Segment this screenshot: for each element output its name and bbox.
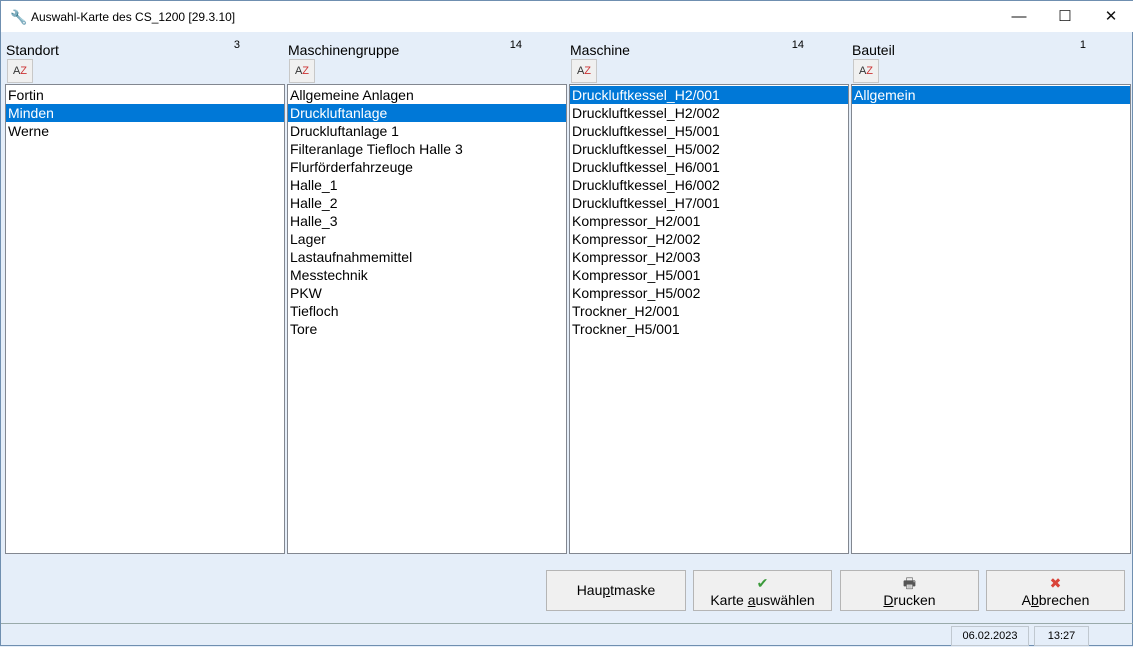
sort-az-button[interactable]: AZ <box>853 59 879 83</box>
item-count: 14 <box>791 39 804 51</box>
list-item[interactable]: Druckluftkessel_H2/002 <box>570 104 848 122</box>
list-item[interactable]: Trockner_H5/001 <box>570 320 848 338</box>
list-item[interactable]: Lager <box>288 230 566 248</box>
close-button[interactable]: ✕ <box>1088 1 1133 31</box>
sort-az-icon: AZ <box>12 65 28 77</box>
list-item[interactable]: Druckluftkessel_H6/001 <box>570 158 848 176</box>
list-item[interactable]: Druckluftkessel_H5/002 <box>570 140 848 158</box>
list-item[interactable]: Messtechnik <box>288 266 566 284</box>
list-item[interactable]: Halle_3 <box>288 212 566 230</box>
item-count: 14 <box>509 39 522 51</box>
list-item[interactable]: Allgemein <box>852 86 1130 104</box>
status-date: 06.02.2023 <box>951 626 1029 646</box>
list-item[interactable]: Druckluftkessel_H7/001 <box>570 194 848 212</box>
list-item[interactable]: Kompressor_H2/001 <box>570 212 848 230</box>
column-label: Maschinengruppe <box>288 42 400 58</box>
list-item[interactable]: Tore <box>288 320 566 338</box>
sort-az-button[interactable]: AZ <box>289 59 315 83</box>
maximize-button[interactable]: ☐ <box>1042 1 1088 31</box>
window-title: Auswahl-Karte des CS_1200 [29.3.10] <box>31 9 236 24</box>
maschine-list[interactable]: Druckluftkessel_H2/001 Druckluftkessel_H2… <box>569 84 849 554</box>
list-item[interactable]: Halle_1 <box>288 176 566 194</box>
column-standort: Standort 3 AZ Fortin Minden Werne <box>5 39 285 559</box>
list-item[interactable]: Lastaufnahmemittel <box>288 248 566 266</box>
column-label: Maschine <box>570 42 630 58</box>
list-item[interactable]: Kompressor_H2/002 <box>570 230 848 248</box>
wrench-icon: 🔧 <box>10 8 28 25</box>
column-maschinengruppe: Maschinengruppe 14 AZ Allgemeine Anlagen… <box>287 39 567 559</box>
abbrechen-button[interactable]: ✖ Abbrechen <box>986 570 1125 611</box>
list-item[interactable]: Werne <box>6 122 284 140</box>
hauptmaske-button[interactable]: Hauptmaske <box>546 570 686 611</box>
item-count: 1 <box>1079 39 1086 51</box>
list-item[interactable]: PKW <box>288 284 566 302</box>
cancel-x-icon: ✖ <box>1049 574 1062 591</box>
sort-az-button[interactable]: AZ <box>7 59 33 83</box>
list-item[interactable]: Filteranlage Tiefloch Halle 3 <box>288 140 566 158</box>
item-count: 3 <box>233 39 240 51</box>
list-item[interactable]: Halle_2 <box>288 194 566 212</box>
list-item[interactable]: Trockner_H2/001 <box>570 302 848 320</box>
list-item[interactable]: Druckluftkessel_H5/001 <box>570 122 848 140</box>
list-item[interactable]: Kompressor_H2/003 <box>570 248 848 266</box>
list-item[interactable]: Kompressor_H5/002 <box>570 284 848 302</box>
column-bauteil: Bauteil 1 AZ Allgemein <box>851 39 1131 559</box>
list-item[interactable]: Druckluftanlage 1 <box>288 122 566 140</box>
sort-az-button[interactable]: AZ <box>571 59 597 83</box>
karte-auswaehlen-button[interactable]: ✔ Karte auswählen <box>693 570 832 611</box>
standort-list[interactable]: Fortin Minden Werne <box>5 84 285 554</box>
sort-az-icon: AZ <box>858 65 874 77</box>
bauteil-list[interactable]: Allgemein <box>851 84 1131 554</box>
list-item[interactable]: Allgemeine Anlagen <box>288 86 566 104</box>
minimize-button[interactable]: — <box>996 1 1042 31</box>
column-label: Standort <box>6 42 59 58</box>
list-item[interactable]: Druckluftanlage <box>288 104 566 122</box>
list-item[interactable]: Kompressor_H5/001 <box>570 266 848 284</box>
status-time: 13:27 <box>1034 626 1089 646</box>
drucken-button[interactable]: 🖶 Drucken <box>840 570 979 611</box>
title-bar: 🔧 Auswahl-Karte des CS_1200 [29.3.10] — … <box>1 1 1133 32</box>
list-item[interactable]: Tiefloch <box>288 302 566 320</box>
list-item[interactable]: Druckluftkessel_H6/002 <box>570 176 848 194</box>
sort-az-icon: AZ <box>294 65 310 77</box>
status-bar: 06.02.2023 13:27 <box>1 623 1133 647</box>
column-maschine: Maschine 14 AZ Druckluftkessel_H2/001 Dru… <box>569 39 849 559</box>
printer-icon: 🖶 <box>902 574 917 591</box>
checkmark-icon: ✔ <box>756 574 769 591</box>
maschinengruppe-list[interactable]: Allgemeine Anlagen Druckluftanlage Drucklu… <box>287 84 567 554</box>
list-item[interactable]: Flurförderfahrzeuge <box>288 158 566 176</box>
column-label: Bauteil <box>852 42 895 58</box>
list-item[interactable]: Fortin <box>6 86 284 104</box>
list-item[interactable]: Minden <box>6 104 284 122</box>
sort-az-icon: AZ <box>576 65 592 77</box>
list-item[interactable]: Druckluftkessel_H2/001 <box>570 86 848 104</box>
